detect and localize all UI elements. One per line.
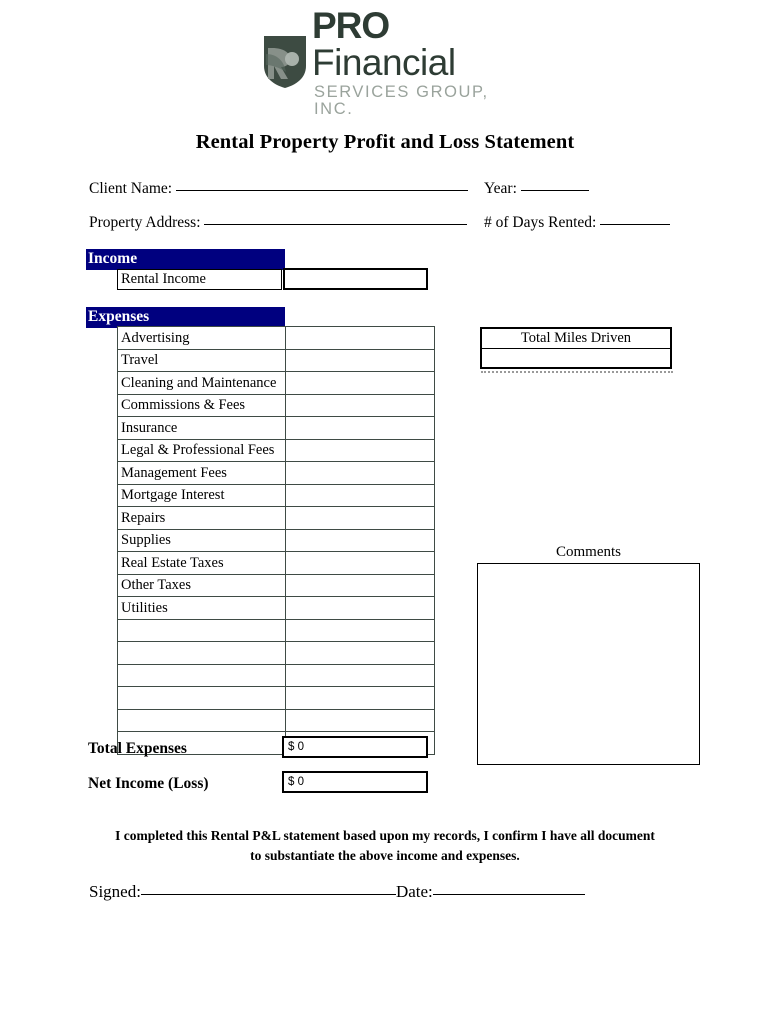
expense-category-label: Utilities [117,596,286,620]
net-income-value: $ 0 [282,771,428,793]
expense-category-label [117,663,286,687]
table-row: Management Fees [117,461,435,485]
income-section-header: Income [86,249,285,270]
logo-wordmark: PRO Financial SERVICES GROUP, INC. [312,7,508,117]
expense-category-label: Travel [117,348,286,372]
table-row: Commissions & Fees [117,393,435,417]
expense-category-label: Other Taxes [117,573,286,597]
expense-category-label: Legal & Professional Fees [117,438,286,462]
expense-amount-input[interactable] [285,348,435,372]
date-input[interactable] [432,894,585,895]
logo-pro-text: PRO [312,5,390,46]
expense-amount-input[interactable] [285,708,435,732]
total-expenses-label: Total Expenses [88,740,187,757]
rental-income-label: Rental Income [117,269,282,290]
expense-category-label: Insurance [117,416,286,440]
property-address-input[interactable] [204,224,468,225]
expense-category-label: Real Estate Taxes [117,551,286,575]
table-row: Other Taxes [117,573,435,597]
expense-amount-input[interactable] [285,686,435,710]
net-income-label: Net Income (Loss) [88,775,209,792]
expense-category-label: Advertising [117,326,286,350]
client-name-input[interactable] [175,190,468,191]
expense-amount-input[interactable] [285,416,435,440]
client-name-field-row: Client Name: [89,180,468,198]
total-miles-driven-box: Total Miles Driven [480,327,672,369]
expense-amount-input[interactable] [285,506,435,530]
property-address-label: Property Address: [89,214,201,231]
comments-input[interactable] [477,563,700,765]
expense-category-label [117,708,286,732]
expenses-section-header: Expenses [86,307,285,328]
expense-category-label [117,618,286,642]
table-row: Repairs [117,506,435,530]
attestation-line-2: to substantiate the above income and exp… [250,848,520,863]
total-expenses-value: $ 0 [282,736,428,758]
table-row: Supplies [117,528,435,552]
table-row [117,708,435,732]
attestation-text: I completed this Rental P&L statement ba… [0,826,770,866]
comments-label: Comments [555,544,621,560]
expense-category-label: Repairs [117,506,286,530]
expenses-table: Advertising Travel Cleaning and Maintenanc… [117,326,435,755]
table-row [117,663,435,687]
expense-category-label [117,686,286,710]
logo-primary-text: PRO Financial [312,7,508,81]
table-row: Insurance [117,416,435,440]
expense-category-label: Management Fees [117,461,286,485]
expense-category-label: Mortgage Interest [117,483,286,507]
attestation-line-1: I completed this Rental P&L statement ba… [115,828,655,843]
expense-amount-input[interactable] [285,573,435,597]
table-row [117,641,435,665]
date-label: Date: [395,882,433,901]
days-rented-field-row: # of Days Rented: [484,214,671,232]
signed-input[interactable] [140,894,396,895]
days-rented-input[interactable] [600,224,671,225]
rental-income-input[interactable] [283,268,428,290]
expense-amount-input[interactable] [285,438,435,462]
table-row: Legal & Professional Fees [117,438,435,462]
expense-amount-input[interactable] [285,663,435,687]
table-row: Travel [117,348,435,372]
logo-financial-text: Financial [312,42,456,83]
expense-amount-input[interactable] [285,528,435,552]
expense-amount-input[interactable] [285,483,435,507]
miles-box-shadow [481,369,673,373]
days-rented-label: # of Days Rented: [484,214,597,231]
table-row [117,618,435,642]
expense-category-label [117,641,286,665]
table-row [117,686,435,710]
expense-category-label: Commissions & Fees [117,393,286,417]
property-address-field-row: Property Address: [89,214,468,232]
shield-emblem-icon [264,36,306,88]
expense-amount-input[interactable] [285,596,435,620]
year-label: Year: [484,180,517,197]
signed-label: Signed: [89,882,141,901]
signature-row: Signed: Date: [89,882,585,902]
logo-secondary-text: SERVICES GROUP, INC. [314,83,489,118]
expense-amount-input[interactable] [285,641,435,665]
total-miles-driven-input[interactable] [482,349,670,367]
expense-amount-input[interactable] [285,371,435,395]
expense-amount-input[interactable] [285,461,435,485]
table-row: Cleaning and Maintenance [117,371,435,395]
year-input[interactable] [520,190,589,191]
table-row: Real Estate Taxes [117,551,435,575]
year-field-row: Year: [484,180,589,198]
company-logo: PRO Financial SERVICES GROUP, INC. [262,7,508,117]
expense-amount-input[interactable] [285,326,435,350]
expense-amount-input[interactable] [285,393,435,417]
page-title: Rental Property Profit and Loss Statemen… [195,131,575,153]
table-row: Advertising [117,326,435,350]
expense-category-label: Cleaning and Maintenance [117,371,286,395]
expense-category-label: Supplies [117,528,286,552]
expense-amount-input[interactable] [285,551,435,575]
client-name-label: Client Name: [89,180,173,197]
table-row: Utilities [117,596,435,620]
total-miles-driven-label: Total Miles Driven [482,329,670,349]
table-row: Mortgage Interest [117,483,435,507]
expense-amount-input[interactable] [285,618,435,642]
